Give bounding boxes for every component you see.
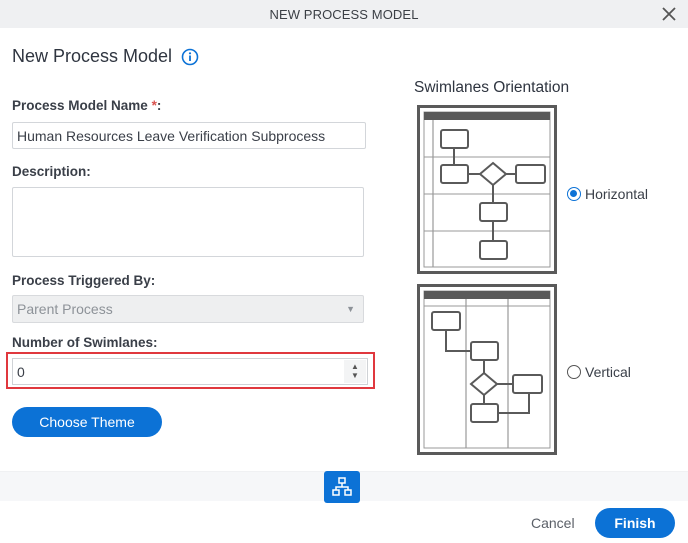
horizontal-radio[interactable]: Horizontal xyxy=(567,186,648,202)
description-textarea[interactable] xyxy=(12,187,364,257)
dialog-titlebar: NEW PROCESS MODEL xyxy=(0,0,688,28)
horizontal-layout-illustration xyxy=(423,111,551,268)
triggered-by-select[interactable]: Parent Process ▼ xyxy=(12,295,364,323)
page-title: New Process Model xyxy=(12,46,173,66)
process-model-name-label: Process Model Name *: xyxy=(12,98,161,113)
swimlanes-spinner[interactable]: ▲ ▼ xyxy=(344,360,366,383)
decrement-arrow-icon[interactable]: ▼ xyxy=(351,372,359,380)
swimlanes-label: Number of Swimlanes: xyxy=(12,335,158,350)
info-icon[interactable] xyxy=(181,48,199,66)
horizontal-swimlanes-diagram[interactable] xyxy=(417,105,557,274)
triggered-by-value: Parent Process xyxy=(17,301,113,317)
process-diagram-button[interactable] xyxy=(324,471,360,503)
radio-checked-icon[interactable] xyxy=(567,187,581,201)
process-model-name-label-text: Process Model Name xyxy=(12,98,148,113)
vertical-layout-illustration xyxy=(423,290,551,449)
choose-theme-button[interactable]: Choose Theme xyxy=(12,407,162,437)
radio-unchecked-icon[interactable] xyxy=(567,365,581,379)
dialog-title: NEW PROCESS MODEL xyxy=(269,7,419,22)
close-icon[interactable] xyxy=(660,5,678,23)
description-label: Description: xyxy=(12,164,91,179)
sitemap-icon xyxy=(332,477,352,496)
vertical-radio-label: Vertical xyxy=(585,364,631,380)
chevron-down-icon: ▼ xyxy=(346,304,355,314)
cancel-button[interactable]: Cancel xyxy=(531,515,575,531)
swimlanes-number-input[interactable]: 0 ▲ ▼ xyxy=(12,358,368,385)
increment-arrow-icon[interactable]: ▲ xyxy=(351,363,359,371)
process-model-name-input[interactable] xyxy=(12,122,366,149)
vertical-radio[interactable]: Vertical xyxy=(567,364,631,380)
swimlanes-orientation-title: Swimlanes Orientation xyxy=(414,79,570,96)
swimlanes-value: 0 xyxy=(17,364,25,380)
triggered-by-label: Process Triggered By: xyxy=(12,273,156,288)
vertical-swimlanes-diagram[interactable] xyxy=(417,284,557,455)
label-suffix: : xyxy=(156,98,162,113)
finish-button[interactable]: Finish xyxy=(595,508,675,538)
horizontal-radio-label: Horizontal xyxy=(585,186,649,202)
